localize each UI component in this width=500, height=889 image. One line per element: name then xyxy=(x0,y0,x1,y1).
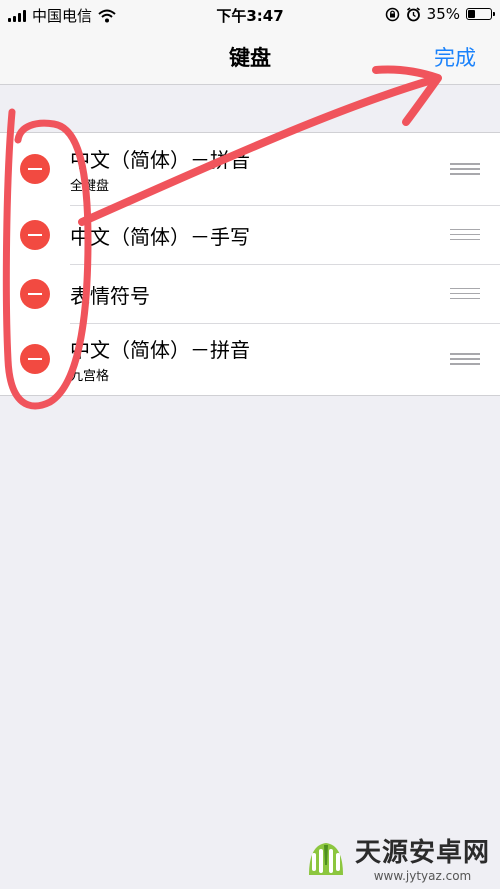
battery-icon xyxy=(466,8,495,20)
keyboard-title: 表情符号 xyxy=(70,284,150,308)
done-button[interactable]: 完成 xyxy=(434,42,476,72)
keyboard-row: 表情符号 xyxy=(0,264,500,323)
delete-minus-icon[interactable] xyxy=(20,278,50,309)
status-right: 35% xyxy=(385,5,495,23)
watermark: 天源安卓网 www.jytyaz.com xyxy=(303,832,490,883)
page-title: 键盘 xyxy=(229,46,271,70)
status-bar: 中国电信 下午3:47 35% xyxy=(0,0,500,28)
watermark-url: www.jytyaz.com xyxy=(373,869,472,883)
keyboard-row: 中文（简体）－手写 xyxy=(0,205,500,264)
keyboard-subtitle: 九宫格 xyxy=(70,369,110,384)
keyboard-title: 中文（简体）－拼音 xyxy=(70,148,250,172)
keyboard-title: 中文（简体）－手写 xyxy=(70,225,250,249)
delete-minus-icon[interactable] xyxy=(20,154,50,184)
keyboard-title: 中文（简体）－拼音 xyxy=(70,338,250,362)
reorder-grip-icon[interactable] xyxy=(450,163,480,175)
reorder-grip-icon[interactable] xyxy=(450,228,480,241)
reorder-grip-icon[interactable] xyxy=(450,287,480,300)
watermark-name: 天源安卓网 xyxy=(354,838,490,868)
keyboard-subtitle: 全键盘 xyxy=(70,179,110,194)
keyboard-list: 中文（简体）－拼音 全键盘 中文（简体）－手写 表情符号 中文（简体）－拼音 九… xyxy=(0,132,500,396)
orientation-lock-icon xyxy=(385,7,399,21)
reorder-grip-icon[interactable] xyxy=(450,353,480,365)
watermark-text: 天源安卓网 www.jytyaz.com xyxy=(355,832,490,883)
keyboard-row: 中文（简体）－拼音 九宫格 xyxy=(0,323,500,395)
battery-fill xyxy=(468,10,476,18)
delete-minus-icon[interactable] xyxy=(20,344,50,374)
android-logo-icon xyxy=(308,842,343,875)
keyboard-row: 中文（简体）－拼音 全键盘 xyxy=(0,133,500,205)
battery-percent: 35% xyxy=(426,5,460,23)
nav-bar: 键盘 完成 xyxy=(0,28,500,85)
alarm-icon xyxy=(406,6,420,21)
delete-minus-icon[interactable] xyxy=(20,219,50,250)
